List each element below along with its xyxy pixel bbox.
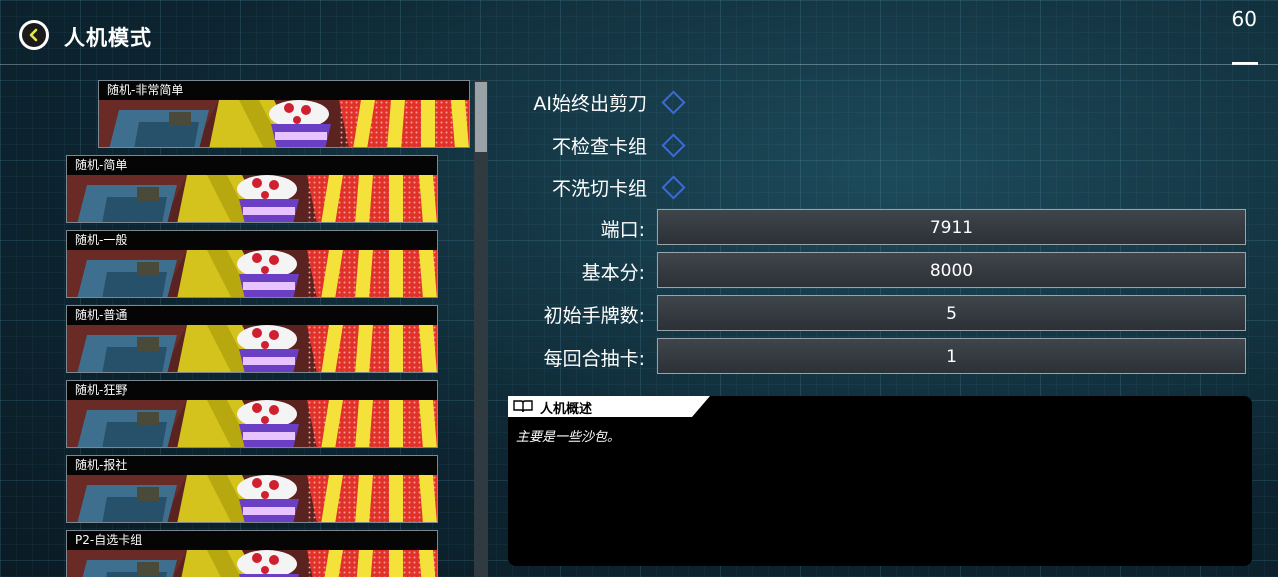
deck-item-common[interactable]: 随机-普通 xyxy=(66,305,438,373)
option-label: 不检查卡组 xyxy=(551,135,647,158)
option-label: 不洗切卡组 xyxy=(551,177,647,200)
back-arrow-icon xyxy=(22,23,46,47)
start-hand-row: 初始手牌数: 5 xyxy=(500,295,1246,331)
port-input[interactable]: 7911 xyxy=(657,209,1246,245)
deck-item-p2-custom[interactable]: P2-自选卡组 xyxy=(66,530,438,577)
checkbox-diamond-icon[interactable] xyxy=(661,132,686,158)
deck-art-image xyxy=(67,400,437,447)
scroll-thumb[interactable] xyxy=(475,82,487,152)
description-panel xyxy=(508,396,1252,566)
draw-per-turn-label: 每回合抽卡: xyxy=(543,348,645,370)
start-hand-value: 5 xyxy=(946,304,957,324)
deck-item-very-easy[interactable]: 随机-非常简单 xyxy=(98,80,470,148)
description-title: 人机概述 xyxy=(540,402,593,417)
back-button[interactable] xyxy=(19,20,49,50)
deck-item-label: 随机-非常简单 xyxy=(99,81,469,100)
deck-item-label: P2-自选卡组 xyxy=(67,531,437,550)
start-hand-label: 初始手牌数: xyxy=(543,305,645,327)
deck-item-label: 随机-一般 xyxy=(67,231,437,250)
port-row: 端口: 7911 xyxy=(500,209,1246,245)
draw-per-turn-input[interactable]: 1 xyxy=(657,338,1246,374)
deck-art-image xyxy=(67,175,437,222)
deck-item-troll[interactable]: 随机-报社 xyxy=(66,455,438,523)
base-lp-input[interactable]: 8000 xyxy=(657,252,1246,288)
description-tab: 人机概述 xyxy=(508,396,710,417)
start-hand-input[interactable]: 5 xyxy=(657,295,1246,331)
port-label: 端口: xyxy=(600,219,645,241)
base-lp-label: 基本分: xyxy=(581,262,645,284)
deck-list-scrollbar[interactable] xyxy=(474,80,488,577)
deck-item-easy[interactable]: 随机-简单 xyxy=(66,155,438,223)
deck-item-label: 随机-报社 xyxy=(67,456,437,475)
deck-item-label: 随机-简单 xyxy=(67,156,437,175)
draw-per-turn-value: 1 xyxy=(946,347,957,367)
port-value: 7911 xyxy=(929,218,974,238)
checkbox-diamond-icon[interactable] xyxy=(661,89,686,115)
header-divider xyxy=(0,64,1278,65)
deck-item-label: 随机-普通 xyxy=(67,306,437,325)
base-lp-value: 8000 xyxy=(929,261,974,281)
checkbox-diamond-icon[interactable] xyxy=(661,174,686,200)
deck-art-image xyxy=(67,475,437,522)
page-title: 人机模式 xyxy=(64,26,152,50)
deck-art-image xyxy=(99,100,469,147)
option-no-shuffle[interactable]: 不洗切卡组 xyxy=(517,172,686,202)
deck-item-label: 随机-狂野 xyxy=(67,381,437,400)
base-lp-row: 基本分: 8000 xyxy=(500,252,1246,288)
option-ai-scissors[interactable]: AI始终出剪刀 xyxy=(517,87,686,117)
option-label: AI始终出剪刀 xyxy=(533,92,647,115)
deck-item-wild[interactable]: 随机-狂野 xyxy=(66,380,438,448)
deck-item-normal[interactable]: 随机-一般 xyxy=(66,230,438,298)
deck-art-image xyxy=(67,325,437,372)
draw-per-turn-row: 每回合抽卡: 1 xyxy=(500,338,1246,374)
ai-deck-list[interactable]: 随机-非常简单 随机-简单 随机-一般 随机-普通 随机-狂野 随机-报社 P2… xyxy=(66,80,471,577)
deck-art-image xyxy=(67,250,437,297)
top-bar: 人机模式 60 xyxy=(0,0,1278,66)
option-no-deck-check[interactable]: 不检查卡组 xyxy=(517,130,686,160)
deck-art-image xyxy=(67,550,437,577)
fps-counter: 60 xyxy=(1231,7,1257,31)
description-text: 主要是一些沙包。 xyxy=(516,430,621,445)
